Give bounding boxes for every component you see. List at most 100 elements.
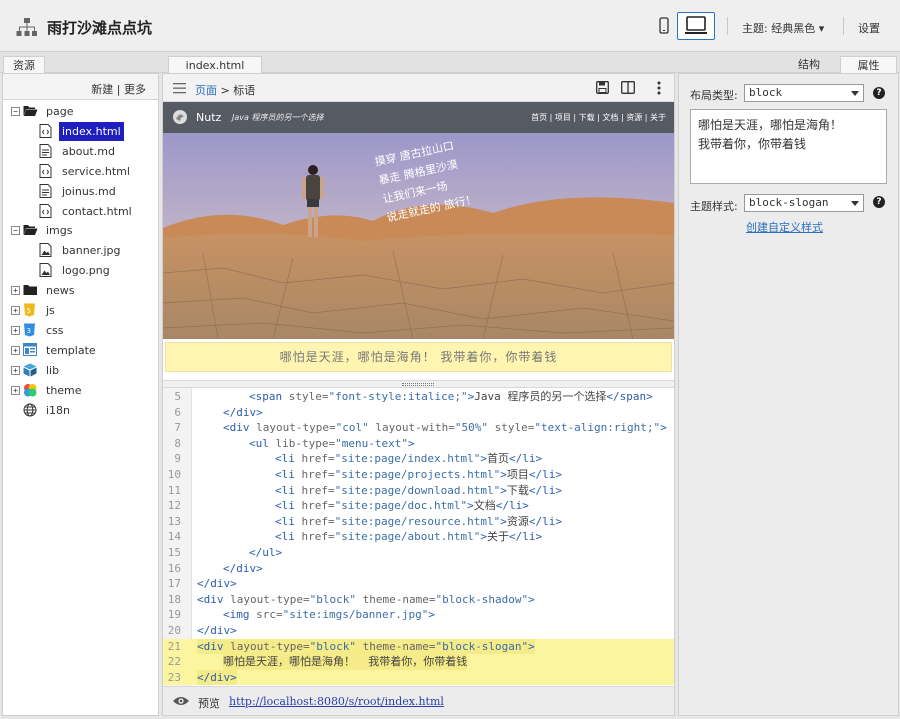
code-text: </div> bbox=[197, 624, 237, 637]
resource-panel: 新建 | 更多 − page index.html about.md service.h… bbox=[2, 73, 159, 716]
code-line: 17 </div> bbox=[163, 576, 674, 592]
expand-icon[interactable]: + bbox=[11, 345, 20, 355]
chevron-down-icon bbox=[851, 201, 859, 206]
code-text: </div> bbox=[197, 669, 237, 686]
layout-type-select[interactable]: block bbox=[744, 84, 864, 102]
settings-button[interactable]: 设置 bbox=[858, 20, 880, 36]
folder-open-icon bbox=[23, 104, 38, 118]
split-layout-icon[interactable] bbox=[621, 81, 635, 94]
breadcrumb: 页面 > 标语 bbox=[195, 82, 255, 98]
code-line: 10 <li href="site:page/projects.html">项目<… bbox=[163, 467, 674, 483]
tree-item-news[interactable]: + news bbox=[3, 281, 158, 300]
tree-item-label: template bbox=[46, 343, 96, 357]
tree-item-lib[interactable]: + lib bbox=[3, 361, 158, 380]
more-vertical-icon[interactable] bbox=[657, 81, 661, 95]
tree-item-label: lib bbox=[46, 363, 60, 377]
line-number: 9 bbox=[174, 452, 181, 466]
resource-actions[interactable]: 新建 | 更多 bbox=[3, 74, 158, 100]
tree-item-css[interactable]: +3 css bbox=[3, 321, 158, 340]
svg-text:5: 5 bbox=[27, 307, 31, 315]
collapse-icon[interactable]: − bbox=[11, 107, 20, 116]
line-number: 16 bbox=[167, 561, 181, 575]
help-icon[interactable]: ? bbox=[873, 196, 885, 208]
tree-item-banner-jpg[interactable]: banner.jpg bbox=[3, 241, 158, 260]
menu-lines-icon[interactable] bbox=[173, 83, 186, 94]
mobile-view-icon[interactable] bbox=[656, 16, 672, 36]
line-number: 13 bbox=[167, 514, 181, 528]
code-line: 6 </div> bbox=[163, 405, 674, 421]
tree-item-joinus-md[interactable]: joinus.md bbox=[3, 182, 158, 201]
line-number: 22 bbox=[167, 655, 181, 669]
code-text: <li href="site:page/doc.html">文档</li> bbox=[275, 499, 529, 513]
tree-item-label: css bbox=[46, 323, 64, 337]
code-line: 8 <ul lib-type="menu-text"> bbox=[163, 436, 674, 452]
slogan-block[interactable]: 哪怕是天涯，哪怕是海角！ 我带着你，你带着钱 bbox=[165, 342, 672, 372]
tree-item-label: service.html bbox=[62, 164, 130, 178]
code-line: 13 <li href="site:page/resource.html">资源<… bbox=[163, 514, 674, 530]
expand-icon[interactable]: + bbox=[11, 385, 20, 395]
tab-resources[interactable]: 资源 bbox=[3, 56, 45, 74]
tree-item-i18n[interactable]: i18n bbox=[3, 401, 158, 420]
code-line: 7 <div layout-type="col" layout-with="50%… bbox=[163, 420, 674, 436]
eye-icon bbox=[173, 697, 189, 705]
preview-bar: 预览 http://localhost:8080/s/root/index.ht… bbox=[163, 686, 674, 715]
code-text: <span style="font-style:italice;">Java 程… bbox=[249, 390, 653, 403]
divider bbox=[727, 17, 728, 35]
theme-selector[interactable]: 主题: 经典黑色 ▾ bbox=[742, 20, 824, 36]
js-icon: 5 bbox=[23, 303, 37, 317]
tree-item-theme[interactable]: + theme bbox=[3, 381, 158, 400]
resize-handle[interactable] bbox=[163, 380, 674, 388]
site-menu[interactable]: 首页 | 项目 | 下载 | 文档 | 资源 | 关于 bbox=[531, 112, 666, 123]
expand-icon[interactable]: + bbox=[11, 286, 20, 296]
tree-item-template[interactable]: + template bbox=[3, 341, 158, 360]
theme-style-select[interactable]: block-slogan bbox=[744, 194, 864, 212]
html-icon bbox=[39, 163, 53, 178]
file-icon bbox=[39, 183, 53, 198]
tab-properties[interactable]: 属性 bbox=[840, 56, 897, 74]
create-custom-style-link[interactable]: 创建自定义样式 bbox=[746, 219, 823, 235]
line-number: 7 bbox=[174, 421, 181, 435]
file-icon bbox=[39, 143, 53, 158]
expand-icon[interactable]: + bbox=[11, 306, 20, 315]
tree-item-js[interactable]: +5 js bbox=[3, 301, 158, 320]
expand-icon[interactable]: + bbox=[11, 325, 20, 335]
collapse-icon[interactable]: − bbox=[11, 226, 20, 236]
html-icon bbox=[39, 123, 53, 138]
code-text: <li href="site:page/about.html">关于</li> bbox=[275, 530, 543, 544]
tree-item-label: i18n bbox=[46, 403, 71, 417]
css-icon: 3 bbox=[23, 323, 37, 337]
help-icon[interactable]: ? bbox=[873, 87, 885, 99]
tree-item-label: js bbox=[46, 304, 55, 317]
code-text: <div layout-type="col" layout-with="50%"… bbox=[223, 421, 667, 435]
code-text: <li href="site:page/projects.html">项目</l… bbox=[275, 468, 562, 481]
desktop-view-button[interactable] bbox=[677, 12, 715, 40]
save-icon[interactable] bbox=[596, 81, 609, 94]
tree-item-label: news bbox=[46, 284, 75, 298]
code-line: 22 哪怕是天涯，哪怕是海角！ 我带着你，你带着钱 bbox=[163, 654, 674, 670]
chevron-down-icon bbox=[851, 91, 859, 96]
tab-structure[interactable]: 结构 bbox=[780, 56, 838, 74]
breadcrumb-page-link[interactable]: 页面 bbox=[195, 84, 217, 97]
preview-url-link[interactable]: http://localhost:8080/s/root/index.html bbox=[229, 695, 444, 708]
tree-item-index-html[interactable]: index.html bbox=[3, 121, 158, 141]
tree-item-imgs[interactable]: − imgs bbox=[3, 221, 158, 240]
code-editor[interactable]: 5 <span style="font-style:italice;">Java … bbox=[163, 388, 674, 686]
tree-item-logo-png[interactable]: logo.png bbox=[3, 261, 158, 280]
desktop-icon bbox=[685, 16, 707, 34]
code-line: 12 <li href="site:page/doc.html">文档</li> bbox=[163, 498, 674, 514]
tree-item-service-html[interactable]: service.html bbox=[3, 162, 158, 181]
code-text: </div> bbox=[223, 405, 263, 419]
slogan-textarea[interactable]: 哪怕是天涯，哪怕是海角！ 我带着你，你带着钱 bbox=[690, 109, 887, 184]
tree-item-label: imgs bbox=[46, 224, 73, 238]
sitemap-logo-icon bbox=[16, 18, 37, 36]
tab-file-index[interactable]: index.html bbox=[168, 56, 262, 74]
expand-icon[interactable]: + bbox=[11, 365, 20, 375]
code-line: 15 </ul> bbox=[163, 545, 674, 561]
tree-item-contact-html[interactable]: contact.html bbox=[3, 202, 158, 221]
tree-item-label: about.md bbox=[62, 144, 115, 158]
theme-icon bbox=[23, 383, 37, 397]
tree-item-about-md[interactable]: about.md bbox=[3, 142, 158, 161]
image-icon bbox=[39, 263, 53, 278]
editor-panel: 页面 > 标语 Nutz Java 程序员的另一个选择 首页 | 项目 | 下载… bbox=[162, 73, 675, 716]
tree-item-page[interactable]: − page bbox=[3, 102, 158, 121]
